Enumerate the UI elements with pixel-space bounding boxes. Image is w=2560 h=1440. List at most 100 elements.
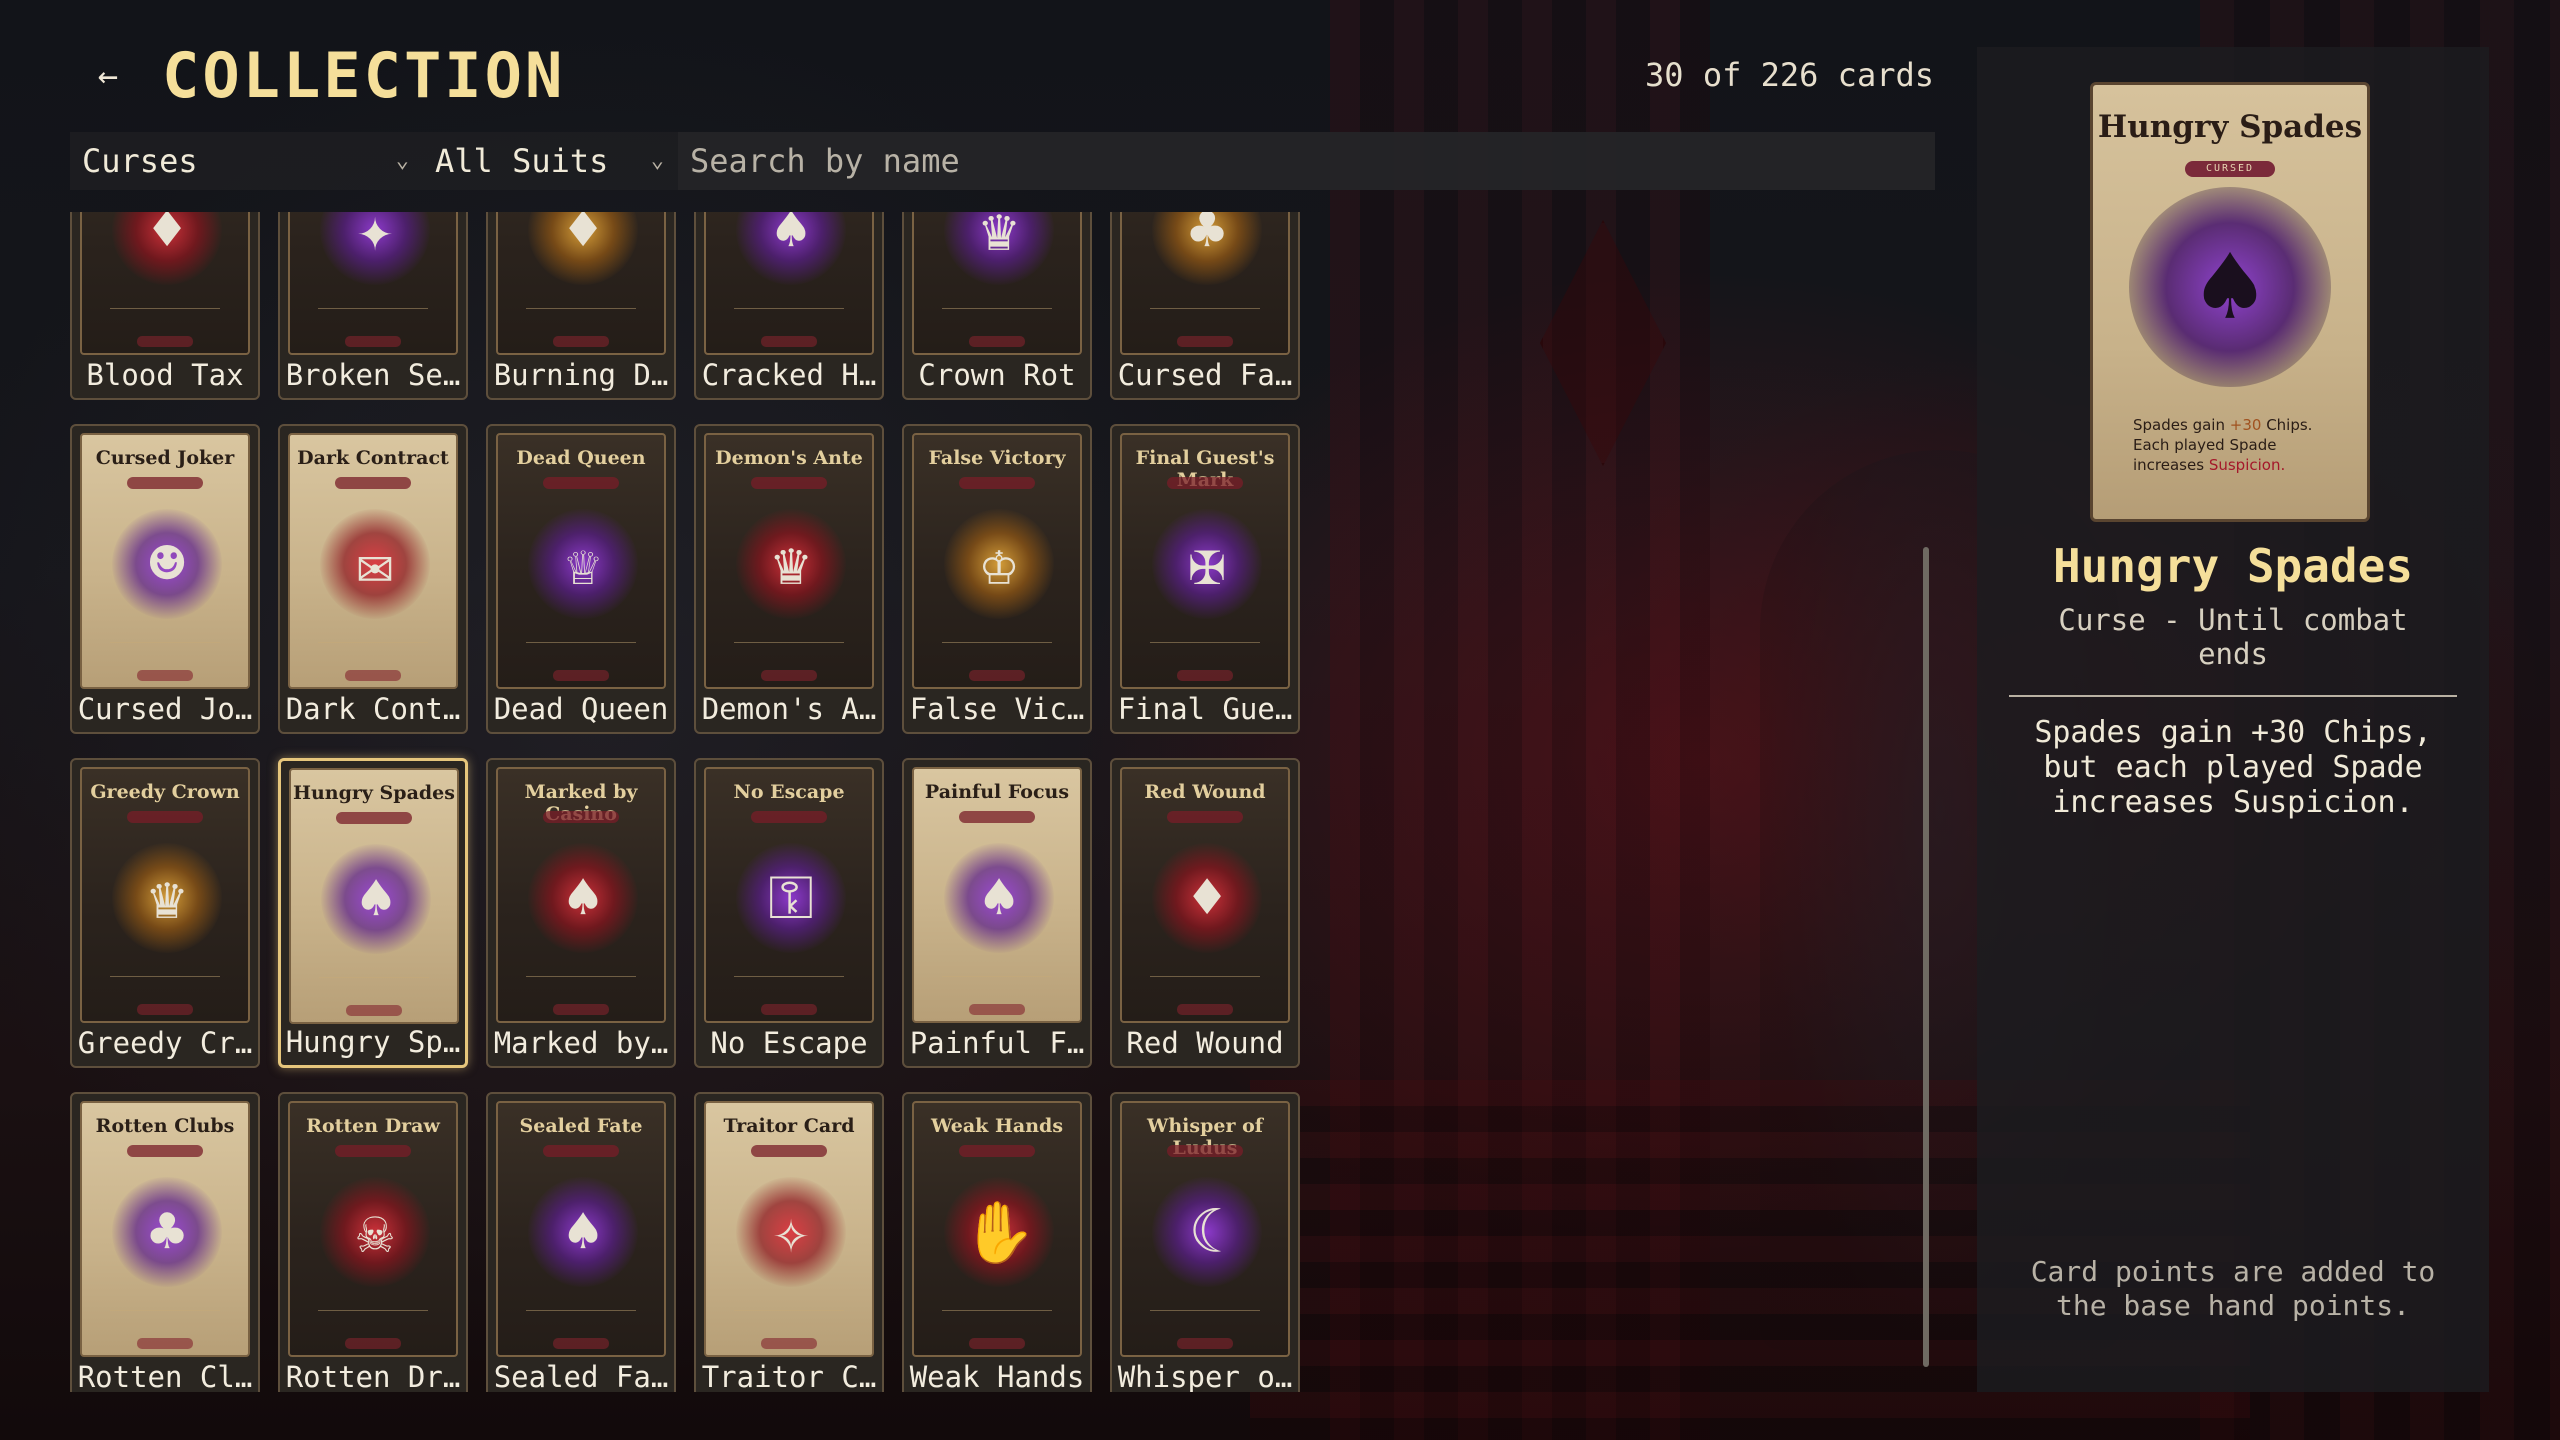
- chevron-down-icon: ⌄: [650, 148, 664, 173]
- card-count: 30 of 226 cards: [1645, 56, 1934, 94]
- search-input[interactable]: [678, 132, 1935, 190]
- card-artwork: Cursed Joker ☻: [80, 433, 250, 689]
- collection-card[interactable]: ♦ Burning D…: [486, 212, 676, 400]
- card-text-area: [942, 1310, 1052, 1337]
- card-art-title: Hungry Spades: [293, 782, 455, 804]
- card-cursed-ribbon: [335, 1145, 411, 1157]
- card-art-title: Red Wound: [1144, 781, 1266, 803]
- collection-card[interactable]: Whisper of Ludus☾Whisper o…: [1110, 1092, 1300, 1392]
- collection-card[interactable]: ♣ Cursed Fa…: [1110, 212, 1300, 400]
- card-artwork: Whisper of Ludus☾: [1120, 1101, 1290, 1357]
- card-emblem-icon: ⚿: [736, 843, 846, 953]
- collection-card[interactable]: Sealed Fate ♠ Sealed Fa…: [486, 1092, 676, 1392]
- collection-card[interactable]: Hungry Spades ♠ Hungry Sp…: [278, 758, 468, 1068]
- card-artwork: Red Wound ♦: [1120, 767, 1290, 1023]
- grid-scrollbar[interactable]: [1920, 212, 1932, 1392]
- collection-card[interactable]: Painful Focus ♠ Painful F…: [902, 758, 1092, 1068]
- card-artwork: No Escape ⚿: [704, 767, 874, 1023]
- card-text-area: [318, 1310, 428, 1337]
- card-label: Broken Se…: [285, 358, 461, 392]
- card-emblem-icon: ♣: [112, 1177, 222, 1287]
- card-emblem-icon: ♣: [1152, 212, 1262, 285]
- card-art-title: Greedy Crown: [90, 781, 240, 803]
- filter-bar: Curses ⌄ All Suits ⌄: [70, 132, 1935, 190]
- suit-filter-dropdown[interactable]: All Suits ⌄: [425, 132, 670, 190]
- scrollbar-thumb[interactable]: [1923, 547, 1929, 1367]
- card-label: Marked by…: [493, 1026, 669, 1060]
- card-artwork: Dead Queen ♕: [496, 433, 666, 689]
- card-cursed-badge: [345, 670, 401, 681]
- card-label: Traitor C…: [701, 1360, 877, 1392]
- card-cursed-badge: [761, 1338, 817, 1349]
- preview-text-line1: Spades gain: [2133, 416, 2225, 434]
- card-text-area: [942, 642, 1052, 669]
- card-text-area: [110, 642, 220, 669]
- card-label: Dead Queen: [493, 692, 669, 726]
- card-cursed-badge: [553, 1338, 609, 1349]
- card-text-area: [1150, 1310, 1260, 1337]
- card-grid-viewport[interactable]: ♦ Blood Tax ✦ Broken Se… ♦ Burning D… ♠ Cracked…: [70, 212, 1310, 1392]
- card-cursed-ribbon: [751, 811, 827, 823]
- card-art-title: No Escape: [733, 781, 845, 803]
- card-cursed-ribbon: [751, 1145, 827, 1157]
- collection-card[interactable]: ♦ Blood Tax: [70, 212, 260, 400]
- collection-card[interactable]: No Escape ⚿ No Escape: [694, 758, 884, 1068]
- card-emblem-icon: ♠: [528, 1177, 638, 1287]
- collection-card[interactable]: Rotten Draw ☠ Rotten Dr…: [278, 1092, 468, 1392]
- preview-text-highlight2: Suspicion.: [2208, 456, 2286, 474]
- collection-card[interactable]: Red Wound ♦ Red Wound: [1110, 758, 1300, 1068]
- collection-card[interactable]: Rotten Clubs ♣ Rotten Cl…: [70, 1092, 260, 1392]
- card-cursed-ribbon: [1167, 1145, 1243, 1157]
- card-label: Painful F…: [909, 1026, 1085, 1060]
- collection-card[interactable]: Final Guest's Mark✠Final Gue…: [1110, 424, 1300, 734]
- card-art-title: Dead Queen: [516, 447, 646, 469]
- card-emblem-icon: ♦: [112, 212, 222, 285]
- collection-card[interactable]: Dead Queen ♕ Dead Queen: [486, 424, 676, 734]
- card-cursed-badge: [1177, 670, 1233, 681]
- collection-card[interactable]: ♠ Cracked H…: [694, 212, 884, 400]
- card-label: False Vic…: [909, 692, 1085, 726]
- collection-card[interactable]: ♛ Crown Rot: [902, 212, 1092, 400]
- card-artwork: ♣: [1120, 212, 1290, 355]
- type-filter-dropdown[interactable]: Curses ⌄: [70, 132, 415, 190]
- card-text-area: [110, 976, 220, 1003]
- card-text-area: [734, 642, 844, 669]
- chevron-down-icon: ⌄: [395, 148, 409, 173]
- card-text-area: [734, 308, 844, 335]
- collection-card[interactable]: Greedy Crown ♛ Greedy Cr…: [70, 758, 260, 1068]
- card-art-title: Cursed Joker: [95, 447, 235, 469]
- collection-card[interactable]: False Victory ♔ False Vic…: [902, 424, 1092, 734]
- card-label: Demon's A…: [701, 692, 877, 726]
- collection-card[interactable]: Cursed Joker ☻ Cursed Jo…: [70, 424, 260, 734]
- collection-card[interactable]: Demon's Ante ♛ Demon's A…: [694, 424, 884, 734]
- card-cursed-badge: [969, 336, 1025, 347]
- card-label: Rotten Dr…: [285, 1360, 461, 1392]
- detail-card-name: Hungry Spades: [2052, 539, 2414, 593]
- card-cursed-ribbon: [543, 811, 619, 823]
- card-cursed-badge: [345, 1338, 401, 1349]
- card-emblem-icon: ☾: [1152, 1177, 1262, 1287]
- card-text-area: [942, 308, 1052, 335]
- card-cursed-ribbon: [959, 811, 1035, 823]
- collection-card[interactable]: Weak Hands ✋ Weak Hands: [902, 1092, 1092, 1392]
- card-cursed-badge: [761, 336, 817, 347]
- card-label: Burning D…: [493, 358, 669, 392]
- card-emblem-icon: ♛: [112, 843, 222, 953]
- detail-card-type: Curse - Until combat ends: [2058, 603, 2408, 671]
- collection-card[interactable]: Marked by Casino♠Marked by…: [486, 758, 676, 1068]
- card-emblem-icon: ☻: [112, 509, 222, 619]
- card-label: No Escape: [710, 1026, 868, 1060]
- card-cursed-ribbon: [959, 477, 1035, 489]
- card-artwork: Rotten Draw ☠: [288, 1101, 458, 1357]
- card-cursed-ribbon: [127, 477, 203, 489]
- card-cursed-badge: [137, 1004, 193, 1015]
- card-emblem-icon: ♠: [944, 843, 1054, 953]
- collection-card[interactable]: ✦ Broken Se…: [278, 212, 468, 400]
- card-art-title: Rotten Draw: [306, 1115, 440, 1137]
- card-emblem-icon: ♦: [528, 212, 638, 285]
- card-text-area: [734, 976, 844, 1003]
- collection-card[interactable]: Traitor Card ✧ Traitor C…: [694, 1092, 884, 1392]
- collection-card[interactable]: Dark Contract ✉ Dark Cont…: [278, 424, 468, 734]
- card-cursed-ribbon: [959, 1145, 1035, 1157]
- back-button[interactable]: ←: [86, 52, 130, 100]
